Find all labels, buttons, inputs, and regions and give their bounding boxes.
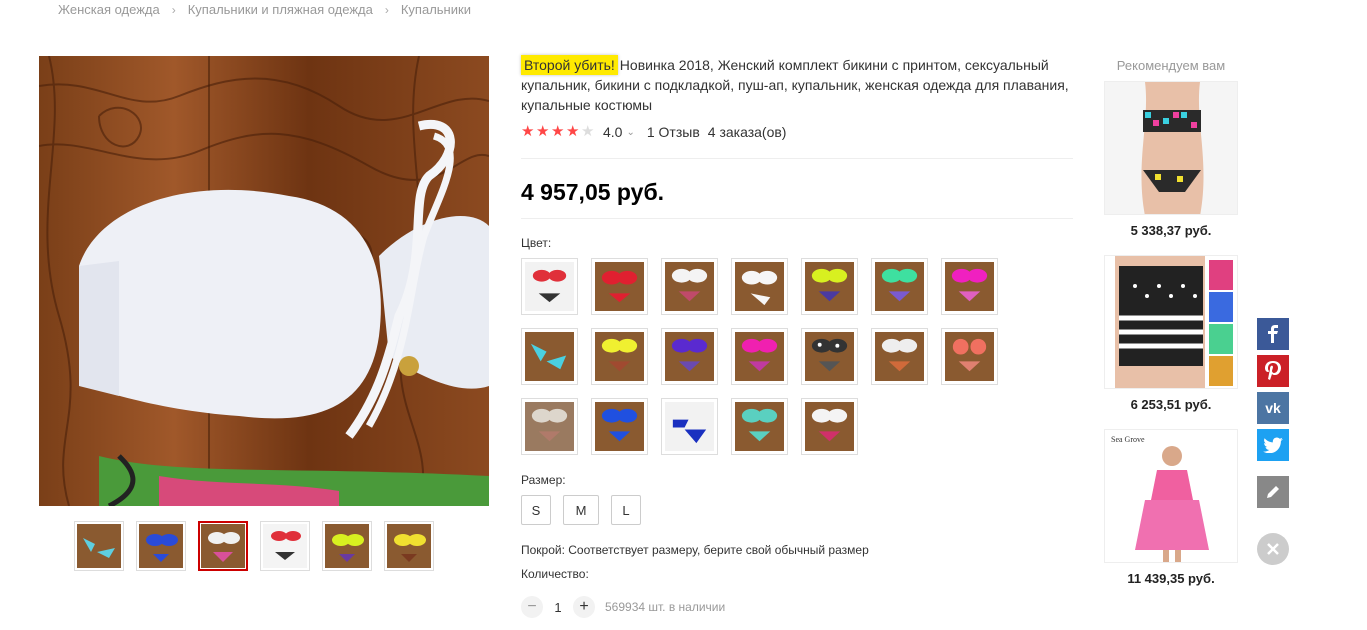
thumbnail[interactable] <box>384 521 434 571</box>
thumbnail-selected[interactable] <box>198 521 248 571</box>
breadcrumb: Женская одежда › Купальники и пляжная од… <box>58 2 471 17</box>
orders-count: 4 заказа(ов) <box>707 124 787 140</box>
color-swatch[interactable] <box>801 258 858 315</box>
color-swatch[interactable] <box>871 258 928 315</box>
color-swatch[interactable] <box>591 258 648 315</box>
promo-tag: Второй убить! <box>521 55 618 75</box>
recommend-price: 5 338,37 руб. <box>1130 223 1212 238</box>
thumbnail[interactable] <box>260 521 310 571</box>
rating-stars: ★ ★ ★ ★ ★ <box>521 123 595 140</box>
chevron-right-icon: › <box>171 2 176 17</box>
chevron-down-icon[interactable]: ⌄ <box>626 127 634 138</box>
quantity-increase-button[interactable]: + <box>573 596 595 618</box>
recommend-price: 6 253,51 руб. <box>1130 397 1212 412</box>
star-filled-icon: ★ <box>551 123 565 140</box>
facebook-icon <box>1268 325 1278 343</box>
recommend-image[interactable] <box>1104 81 1238 215</box>
color-swatch[interactable] <box>731 258 788 315</box>
recommend-item[interactable]: Sea Grove 11 439,35 руб. <box>1104 429 1238 586</box>
facebook-share-button[interactable] <box>1257 318 1289 350</box>
star-filled-icon: ★ <box>536 123 550 140</box>
close-icon <box>1267 543 1279 555</box>
edit-button[interactable] <box>1257 476 1289 508</box>
size-option-s[interactable]: S <box>521 495 551 525</box>
color-swatch[interactable] <box>731 398 788 455</box>
recommend-title: Рекомендуем вам <box>1116 58 1226 73</box>
thumbnail[interactable] <box>74 521 124 571</box>
close-share-button[interactable] <box>1257 533 1289 565</box>
star-empty-icon: ★ <box>581 123 595 140</box>
chevron-right-icon: › <box>384 2 389 17</box>
quantity-value[interactable]: 1 <box>543 600 573 615</box>
color-swatch[interactable] <box>591 328 648 385</box>
divider <box>521 158 1073 159</box>
size-options: S M L <box>521 495 641 525</box>
size-label: Размер: <box>521 473 566 487</box>
pinterest-icon <box>1265 361 1281 380</box>
color-swatches <box>521 258 1021 455</box>
breadcrumb-swimwear[interactable]: Купальники и пляжная одежда <box>188 2 373 17</box>
recommend-price: 11 439,35 руб. <box>1127 571 1215 586</box>
color-swatch[interactable] <box>661 328 718 385</box>
color-swatch[interactable] <box>941 328 998 385</box>
size-option-m[interactable]: M <box>563 495 599 525</box>
color-swatch[interactable] <box>801 398 858 455</box>
color-swatch[interactable] <box>731 328 788 385</box>
recommend-item[interactable]: 5 338,37 руб. <box>1104 81 1238 238</box>
quantity-decrease-button[interactable]: − <box>521 596 543 618</box>
reviews-link[interactable]: 1 Отзыв <box>647 124 700 140</box>
thumbnail-strip <box>74 521 434 571</box>
recommend-image[interactable]: Sea Grove <box>1104 429 1238 563</box>
color-swatch[interactable] <box>801 328 858 385</box>
fit-info: Покрой: Соответствует размеру, берите св… <box>521 543 869 557</box>
breadcrumb-womens-clothing[interactable]: Женская одежда <box>58 2 160 17</box>
recommend-image[interactable] <box>1104 255 1238 389</box>
vk-share-button[interactable]: vk <box>1257 392 1289 424</box>
recommend-item[interactable]: 6 253,51 руб. <box>1104 255 1238 412</box>
twitter-icon <box>1263 437 1283 453</box>
vk-icon: vk <box>1265 400 1281 416</box>
quantity-label: Количество: <box>521 567 589 581</box>
product-title: Второй убить! Новинка 2018, Женский компл… <box>521 55 1073 115</box>
thumbnail[interactable] <box>322 521 372 571</box>
twitter-share-button[interactable] <box>1257 429 1289 461</box>
stock-info: 569934 шт. в наличии <box>605 600 726 614</box>
rating-value[interactable]: 4.0 <box>603 124 622 140</box>
color-swatch[interactable] <box>521 398 578 455</box>
edit-icon <box>1267 486 1279 498</box>
brand-logo: Sea Grove <box>1111 435 1145 444</box>
pinterest-share-button[interactable] <box>1257 355 1289 387</box>
color-swatch[interactable] <box>591 398 648 455</box>
color-swatch[interactable] <box>661 398 718 455</box>
quantity-stepper: − 1 + 569934 шт. в наличии <box>521 596 725 618</box>
color-swatch[interactable] <box>521 328 578 385</box>
main-product-image[interactable] <box>39 56 489 506</box>
breadcrumb-swimsuits[interactable]: Купальники <box>401 2 471 17</box>
star-filled-icon: ★ <box>521 123 535 140</box>
color-label: Цвет: <box>521 236 552 250</box>
divider <box>521 218 1073 219</box>
star-filled-icon: ★ <box>566 123 580 140</box>
product-price: 4 957,05 руб. <box>521 179 665 205</box>
color-swatch[interactable] <box>521 258 578 315</box>
color-swatch[interactable] <box>941 258 998 315</box>
color-swatch[interactable] <box>871 328 928 385</box>
color-swatch[interactable] <box>661 258 718 315</box>
rating-row: ★ ★ ★ ★ ★ 4.0 ⌄ 1 Отзыв 4 заказа(ов) <box>521 124 794 140</box>
size-option-l[interactable]: L <box>611 495 641 525</box>
thumbnail[interactable] <box>136 521 186 571</box>
